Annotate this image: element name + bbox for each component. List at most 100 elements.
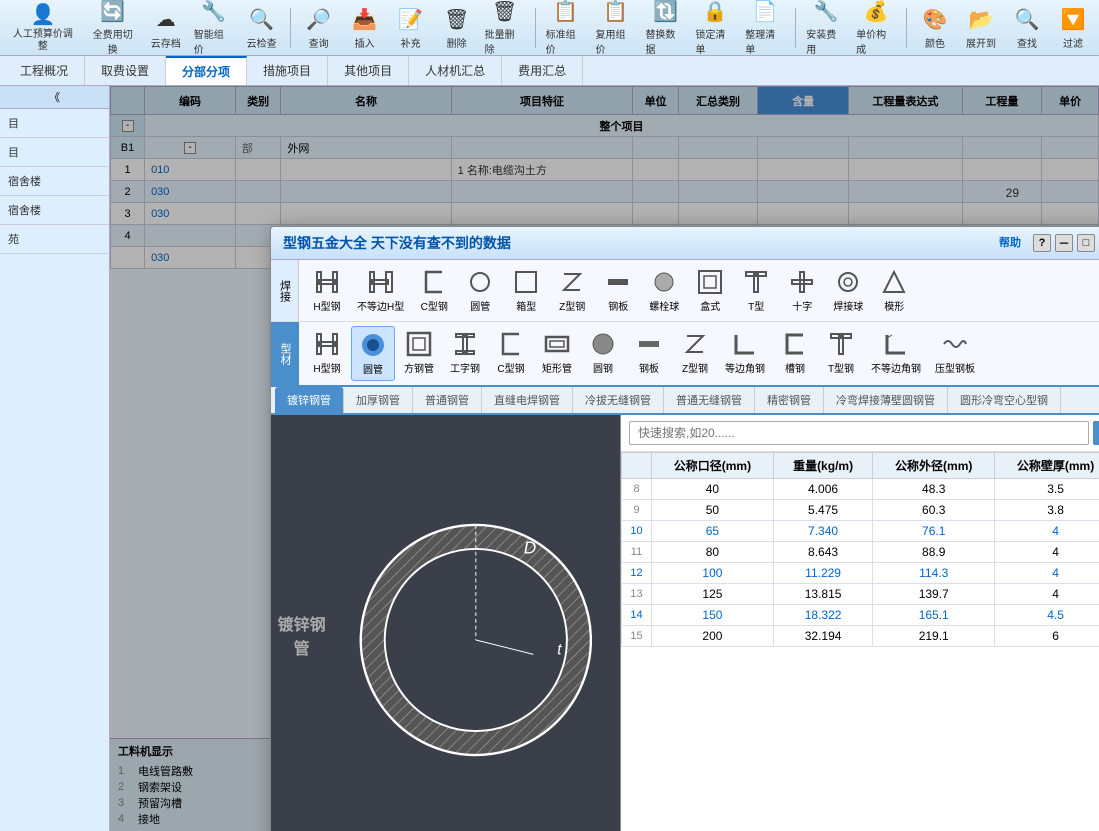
side-label-welder[interactable]: 焊接: [271, 260, 299, 321]
tab-fees[interactable]: 取费设置: [85, 56, 166, 85]
tab-measures[interactable]: 措施项目: [247, 56, 328, 85]
shape-bolt-ball[interactable]: 螺栓球: [642, 264, 686, 317]
svg-text:D: D: [524, 538, 536, 558]
toolbar-btn-find[interactable]: 🔍 查找: [1005, 3, 1049, 53]
side-label-xingcai[interactable]: 型材: [271, 322, 299, 385]
shape2-T2[interactable]: T型钢: [819, 326, 863, 381]
shape-plate1-label: 钢板: [608, 298, 628, 313]
toolbar-btn-delete[interactable]: 🗑 删除: [435, 3, 479, 53]
section-tab-erw[interactable]: 直缝电焊钢管: [482, 387, 573, 413]
shape2-C2[interactable]: C型钢: [489, 326, 533, 381]
modal-dialog: 型钢五金大全 天下没有查不到的数据 帮助 ? － □ × 焊接: [270, 226, 1099, 831]
data-table-row[interactable]: 14 150 18.322 165.1 4.5: [622, 605, 1099, 626]
modal-help-btn[interactable]: 帮助: [999, 234, 1021, 252]
shape2-Z2[interactable]: Z型钢: [673, 326, 717, 381]
sidebar-item-yuan[interactable]: 苑: [0, 225, 109, 254]
row-num: 15: [622, 626, 652, 647]
row-thickness: 4: [995, 584, 1099, 605]
search-input[interactable]: [629, 421, 1089, 445]
shape-wedge[interactable]: 模形: [872, 264, 916, 317]
shape2-H[interactable]: H型钢: [305, 326, 349, 381]
shape2-press-plate[interactable]: 压型钢板: [929, 326, 981, 381]
section-tab-seamless[interactable]: 普通无缝钢管: [664, 387, 755, 413]
toolbar-btn-filter[interactable]: 🔽 过滤: [1051, 3, 1095, 53]
toolbar-btn-check[interactable]: 🔍 云检查: [240, 3, 284, 53]
shape2-rect-pipe[interactable]: 矩形管: [535, 326, 579, 381]
data-table-row[interactable]: 11 80 8.643 88.9 4: [622, 542, 1099, 563]
shape2-channel[interactable]: 槽钢: [773, 326, 817, 381]
toolbar-btn-lock[interactable]: 🔒 锁定清单: [691, 3, 739, 53]
data-table-row[interactable]: 12 100 11.229 114.3 4: [622, 563, 1099, 584]
check-icon: 🔍: [248, 5, 276, 33]
sidebar-item-dormitory1[interactable]: 宿舍楼: [0, 167, 109, 196]
row-dn: 125: [652, 584, 774, 605]
row-dn: 80: [652, 542, 774, 563]
shape-box[interactable]: 箱型: [504, 264, 548, 317]
section-tab-thick[interactable]: 加厚钢管: [344, 387, 413, 413]
toolbar-btn-supplement[interactable]: 📝 补充: [389, 3, 433, 53]
shape2-round-pipe[interactable]: 圆管: [351, 326, 395, 381]
modal-max-btn[interactable]: □: [1077, 234, 1095, 252]
tab-overview[interactable]: 工程概况: [4, 56, 85, 85]
toolbar-btn-organize[interactable]: 📄 整理清单: [741, 3, 789, 53]
tab-resources[interactable]: 人材机汇总: [409, 56, 502, 85]
shape-Z[interactable]: Z型钢: [550, 264, 594, 317]
tab-sections[interactable]: 分部分项: [166, 56, 247, 85]
shape-circle1-label: 圆管: [470, 298, 490, 313]
toolbar-btn-query[interactable]: 🔎 查询: [297, 3, 341, 53]
section-tab-cold-draw[interactable]: 冷拔无缝钢管: [573, 387, 664, 413]
data-table-row[interactable]: 10 65 7.340 76.1 4: [622, 521, 1099, 542]
toolbar-btn-insert[interactable]: 📥 插入: [343, 3, 387, 53]
toolbar-btn-standard[interactable]: 📋 标准组价: [542, 3, 590, 53]
main-area: 《 目 目 宿舍楼 宿舍楼 苑: [0, 86, 1099, 831]
shape-circle1[interactable]: 圆管: [458, 264, 502, 317]
data-table-row[interactable]: 13 125 13.815 139.7 4: [622, 584, 1099, 605]
reuse-icon: 📋: [601, 0, 629, 24]
sidebar-collapse-btn[interactable]: 《: [0, 86, 109, 109]
sidebar-item-1[interactable]: 目: [0, 109, 109, 138]
data-table-row[interactable]: 8 40 4.006 48.3 3.5: [622, 479, 1099, 500]
toolbar-btn-expand[interactable]: 📂 展开到: [959, 3, 1003, 53]
shape2-I[interactable]: 工字钢: [443, 326, 487, 381]
row-num: 11: [622, 542, 652, 563]
shape-Hne[interactable]: 不等边H型: [351, 264, 410, 317]
sidebar-item-2[interactable]: 目: [0, 138, 109, 167]
shape-box2[interactable]: 盒式: [688, 264, 732, 317]
modal-help-btn2[interactable]: ?: [1033, 234, 1051, 252]
toolbar-btn-price[interactable]: 💰 单价构成: [852, 3, 900, 53]
section-tab-hollow[interactable]: 圆形冷弯空心型钢: [948, 387, 1061, 413]
shape2-round-steel[interactable]: 圆钢: [581, 326, 625, 381]
shape2-unequal-angle[interactable]: 不等边角钢: [865, 326, 927, 381]
search-button[interactable]: [1093, 421, 1099, 445]
shape-C[interactable]: C型钢: [412, 264, 456, 317]
toolbar-btn-reuse[interactable]: 📋 复用组价: [592, 3, 640, 53]
toolbar-btn-install[interactable]: 🔧 安装费用: [802, 3, 850, 53]
tab-other[interactable]: 其他项目: [328, 56, 409, 85]
toolbar-btn-rengong[interactable]: 👤 人工预算价调整: [4, 3, 82, 53]
toolbar-btn-switch[interactable]: 🔄 全费用切换: [84, 3, 142, 53]
sidebar-item-dormitory2[interactable]: 宿舍楼: [0, 196, 109, 225]
tab-cost-summary[interactable]: 费用汇总: [502, 56, 583, 85]
toolbar-btn-replace[interactable]: 🔃 替换数据: [641, 3, 689, 53]
data-table-row[interactable]: 15 200 32.194 219.1 6: [622, 626, 1099, 647]
shape2-square-pipe[interactable]: 方钢管: [397, 326, 441, 381]
shape-weld-ball[interactable]: 焊接球: [826, 264, 870, 317]
shape-cross[interactable]: 十字: [780, 264, 824, 317]
shape2-equal-angle[interactable]: 等边角钢: [719, 326, 771, 381]
toolbar-btn-ai[interactable]: 🔧 智能组价: [190, 3, 238, 53]
shape-H-label: H型钢: [313, 298, 340, 313]
section-tab-normal[interactable]: 普通钢管: [413, 387, 482, 413]
shape-T1[interactable]: T型: [734, 264, 778, 317]
section-tab-precision[interactable]: 精密钢管: [755, 387, 824, 413]
toolbar-btn-batch-delete[interactable]: 🗑 批量删除: [481, 3, 529, 53]
data-table-row[interactable]: 9 50 5.475 60.3 3.8: [622, 500, 1099, 521]
toolbar-btn-cloud[interactable]: ☁ 云存档: [144, 3, 188, 53]
row-od: 48.3: [873, 479, 995, 500]
shape2-plate2[interactable]: 钢板: [627, 326, 671, 381]
modal-min-btn[interactable]: －: [1055, 234, 1073, 252]
shape-H[interactable]: H型钢: [305, 264, 349, 317]
shape-plate1[interactable]: 钢板: [596, 264, 640, 317]
section-tab-galvanized[interactable]: 镀锌钢管: [275, 387, 344, 413]
toolbar-btn-color[interactable]: 🎨 颜色: [913, 3, 957, 53]
section-tab-cold-weld[interactable]: 冷弯焊接薄壁圆钢管: [824, 387, 948, 413]
